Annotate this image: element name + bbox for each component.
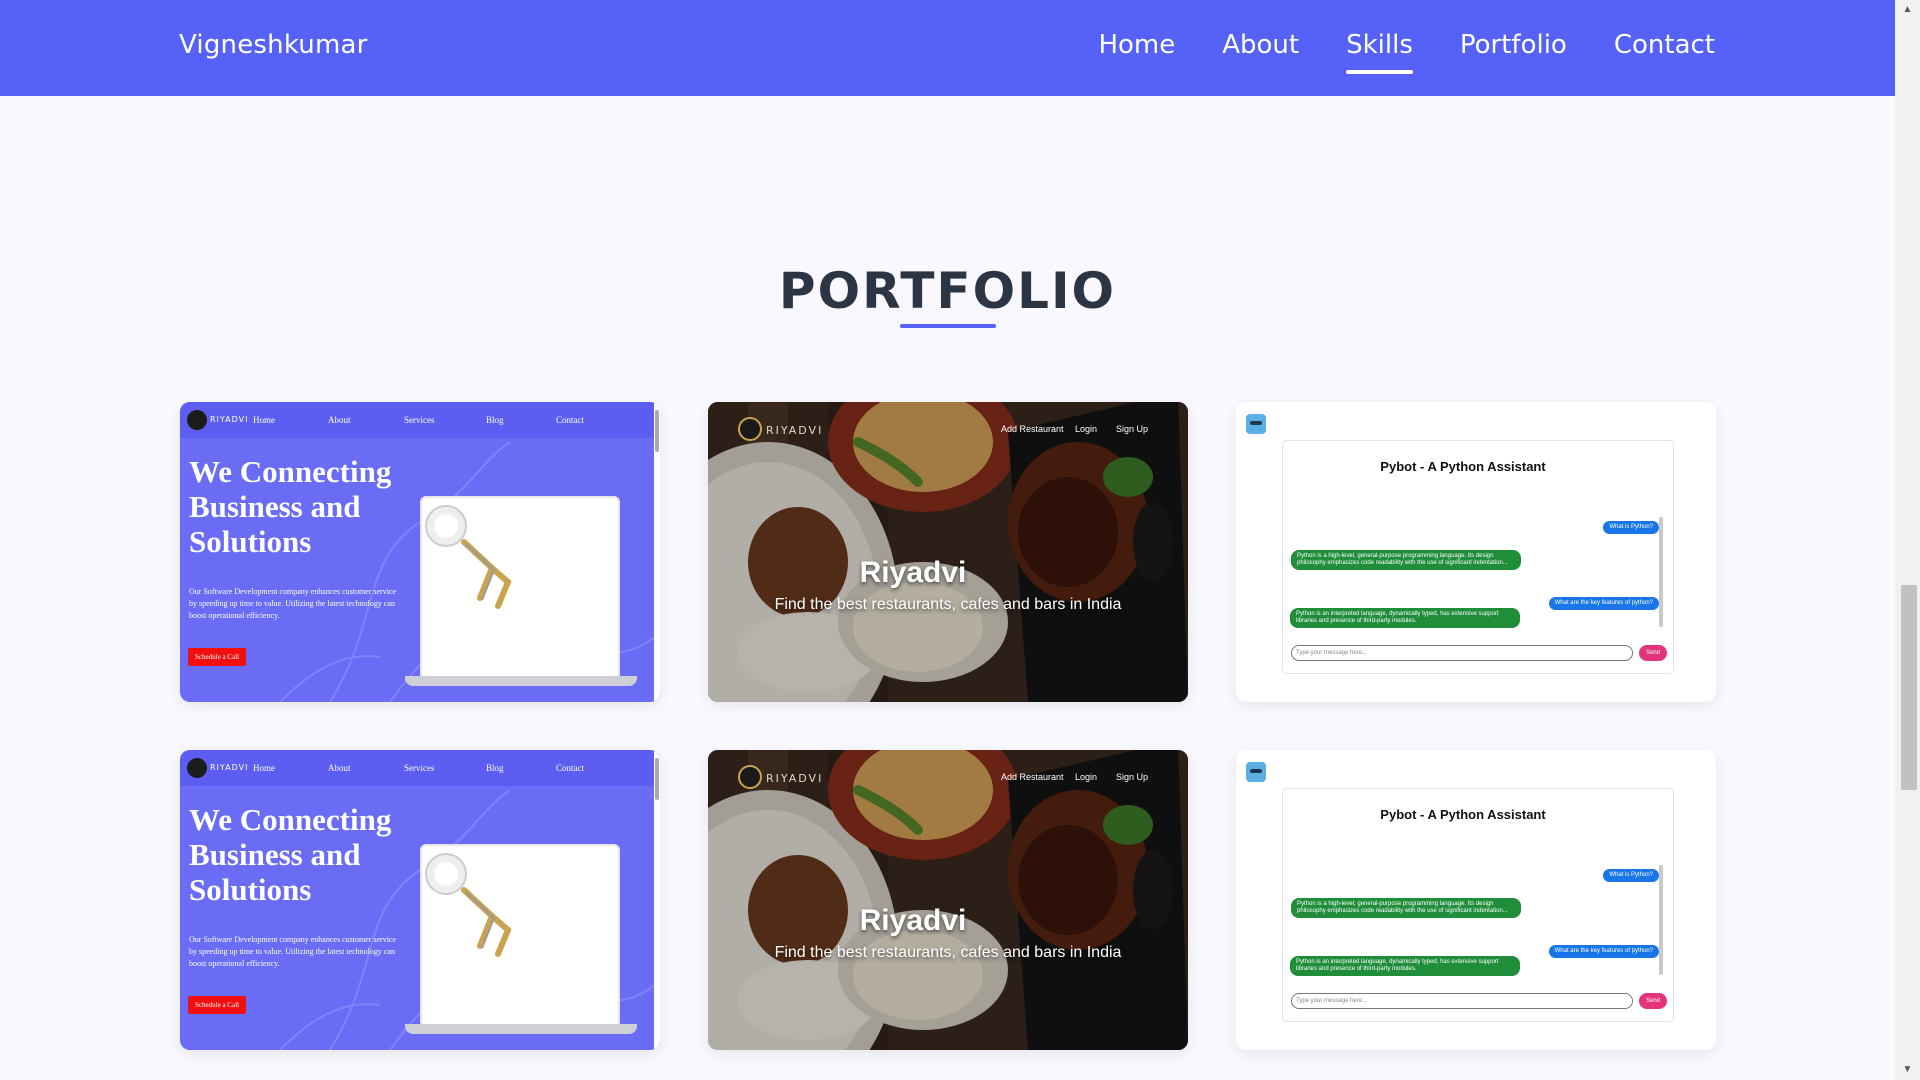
site-nav-login: Login <box>1075 772 1098 782</box>
site-cta-button: Schedule a Call <box>188 996 246 1014</box>
nav-links: Home About Skills Portfolio Contact <box>1098 30 1715 74</box>
site-nav-about: About <box>328 415 351 425</box>
site-hero-subtitle: Find the best restaurants, cafes and bar… <box>774 596 1122 613</box>
site-hero-heading: We Connecting Business and Solutions <box>189 454 392 559</box>
section-title: PORTFOLIO <box>778 262 1117 320</box>
chat-user-message: What is Python? <box>1603 869 1659 882</box>
site-hero-title: Riyadvi <box>859 556 967 589</box>
laptop-base <box>405 676 637 686</box>
site-nav-contact: Contact <box>556 763 584 773</box>
nav-home[interactable]: Home <box>1098 30 1175 60</box>
site-logo-icon <box>738 417 762 441</box>
chat-title: Pybot - A Python Assistant <box>1380 807 1546 822</box>
food-background-image <box>708 402 1188 702</box>
site-hero-subtitle: Find the best restaurants, cafes and bar… <box>774 944 1122 961</box>
site-logo-text: RIYADVI <box>766 772 824 785</box>
site-nav-contact: Contact <box>556 415 584 425</box>
site-nav-services: Services <box>404 415 435 425</box>
chat-user-message: What are the key features of python? <box>1548 597 1659 610</box>
chat-panel: Pybot - A Python Assistant What is Pytho… <box>1282 788 1674 1022</box>
site-logo-text: RIYADVI <box>210 763 249 772</box>
laptop-image <box>420 496 620 680</box>
site-nav-home: Home <box>253 763 275 773</box>
site-nav-add-restaurant: Add Restaurant <box>1001 424 1064 434</box>
project-card-restaurant[interactable]: RIYADVI Add Restaurant Login Sign Up Riy… <box>708 750 1188 1050</box>
project-card-chatbot[interactable]: Pybot - A Python Assistant What is Pytho… <box>1236 402 1716 702</box>
site-logo-text: RIYADVI <box>766 424 824 437</box>
chat-scrollbar <box>1659 865 1663 975</box>
project-card-business[interactable]: RIYADVI Home About Services Blog Contact… <box>180 750 660 1050</box>
key-ornament-icon <box>425 505 512 609</box>
food-background-image <box>708 750 1188 1050</box>
navbar: Vigneshkumar Home About Skills Portfolio… <box>0 0 1895 96</box>
chat-user-message: What is Python? <box>1603 521 1659 534</box>
key-ornament-icon <box>425 853 512 957</box>
robot-icon <box>1246 762 1266 782</box>
project-card-business[interactable]: RIYADVI Home About Services Blog Contact… <box>180 402 660 702</box>
chat-scrollbar <box>1659 517 1663 627</box>
site-nav-blog: Blog <box>486 763 504 773</box>
site-nav-login: Login <box>1075 424 1098 434</box>
laptop-image <box>420 844 620 1028</box>
site-nav-blog: Blog <box>486 415 504 425</box>
page-scrollbar[interactable]: ▲ ▼ <box>1895 0 1920 1080</box>
project-card-chatbot[interactable]: Pybot - A Python Assistant What is Pytho… <box>1236 750 1716 1050</box>
site-logo-text: RIYADVI <box>210 415 249 424</box>
laptop-base <box>405 1024 637 1034</box>
chat-panel: Pybot - A Python Assistant What is Pytho… <box>1282 440 1674 674</box>
chat-send-button: Send <box>1639 645 1667 661</box>
site-hero-heading: We Connecting Business and Solutions <box>189 802 392 907</box>
nav-about[interactable]: About <box>1222 30 1299 60</box>
site-hero-description: Our Software Development company enhance… <box>189 935 397 968</box>
brand-logo[interactable]: Vigneshkumar <box>179 30 368 60</box>
robot-icon <box>1246 414 1266 434</box>
nav-skills[interactable]: Skills <box>1346 30 1413 74</box>
nav-contact[interactable]: Contact <box>1614 30 1715 60</box>
site-nav-home: Home <box>253 415 275 425</box>
chat-input: Type your message here... <box>1291 993 1633 1009</box>
site-logo-icon <box>187 758 207 778</box>
site-nav-about: About <box>328 763 351 773</box>
chat-send-button: Send <box>1639 993 1667 1009</box>
site-nav-add-restaurant: Add Restaurant <box>1001 772 1064 782</box>
scroll-thumb[interactable] <box>1901 585 1917 790</box>
site-cta-button: Schedule a Call <box>188 648 246 666</box>
site-nav-signup: Sign Up <box>1116 772 1149 782</box>
title-underline <box>900 324 996 328</box>
site-nav-signup: Sign Up <box>1116 424 1149 434</box>
chat-input: Type your message here... <box>1291 645 1633 661</box>
chat-bot-message: Python is a high-level, general-purpose … <box>1291 898 1521 918</box>
scroll-up-arrow-icon[interactable]: ▲ <box>1895 0 1920 20</box>
scroll-down-arrow-icon[interactable]: ▼ <box>1895 1060 1920 1080</box>
card-scroll-thumb <box>655 410 659 452</box>
chat-bot-message: Python is an interpreted language, dynam… <box>1290 608 1520 628</box>
site-nav-services: Services <box>404 763 435 773</box>
site-hero-description: Our Software Development company enhance… <box>189 587 397 620</box>
chat-user-message: What are the key features of python? <box>1548 945 1659 958</box>
project-card-restaurant[interactable]: RIYADVI Add Restaurant Login Sign Up Riy… <box>708 402 1188 702</box>
site-hero-title: Riyadvi <box>859 904 967 937</box>
site-logo-icon <box>738 765 762 789</box>
card-scroll-thumb <box>655 758 659 800</box>
site-logo-icon <box>187 410 207 430</box>
chat-title: Pybot - A Python Assistant <box>1380 459 1546 474</box>
chat-bot-message: Python is an interpreted language, dynam… <box>1290 956 1520 976</box>
chat-bot-message: Python is a high-level, general-purpose … <box>1291 550 1521 570</box>
nav-portfolio[interactable]: Portfolio <box>1460 30 1567 60</box>
